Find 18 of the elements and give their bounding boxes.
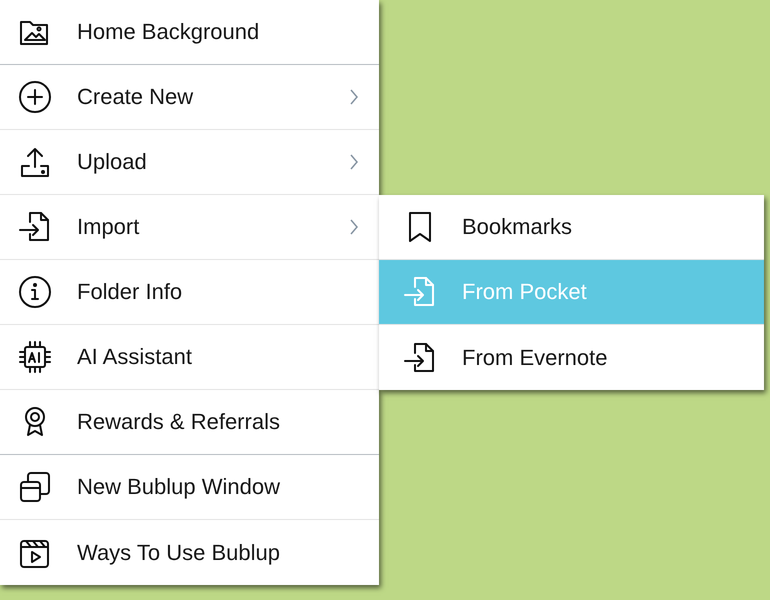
- menu-item[interactable]: Import: [0, 195, 379, 260]
- import-icon: [403, 340, 437, 374]
- plus-circle-icon: [18, 80, 52, 114]
- ai-chip-icon: [18, 340, 52, 374]
- menu-item[interactable]: Create New: [0, 65, 379, 130]
- menu-item[interactable]: AI Assistant: [0, 325, 379, 390]
- menu-item[interactable]: Ways To Use Bublup: [0, 520, 379, 585]
- import-icon: [18, 210, 52, 244]
- submenu-item[interactable]: From Evernote: [379, 325, 764, 390]
- upload-icon: [18, 145, 52, 179]
- info-icon: [18, 275, 52, 309]
- menu-item[interactable]: Rewards & Referrals: [0, 390, 379, 455]
- menu-item[interactable]: Folder Info: [0, 260, 379, 325]
- windows-icon: [18, 470, 52, 504]
- menu-item[interactable]: Home Background: [0, 0, 379, 65]
- menu-item[interactable]: New Bublup Window: [0, 455, 379, 520]
- import-icon: [403, 275, 437, 309]
- menu-item[interactable]: Upload: [0, 130, 379, 195]
